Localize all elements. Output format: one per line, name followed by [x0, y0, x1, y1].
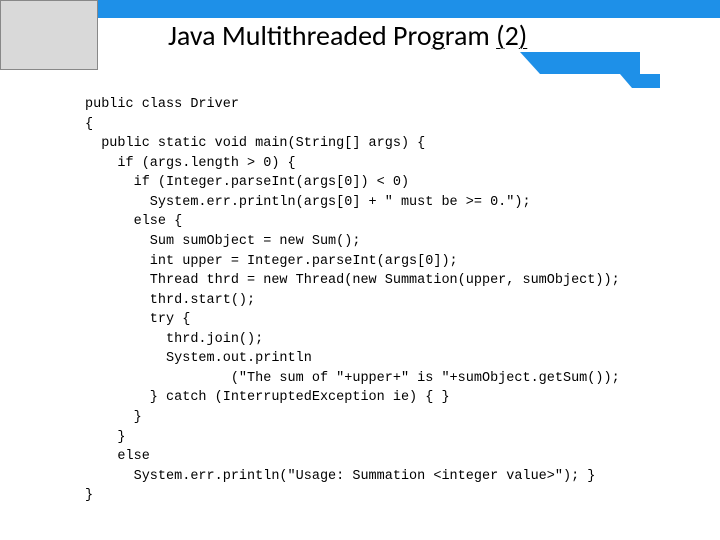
- header-blue-bar: [0, 0, 720, 18]
- header-gray-box: [0, 0, 98, 70]
- title-underline: (: [496, 18, 505, 53]
- deco-large-parallelogram: [540, 52, 640, 74]
- title-part: ram: [445, 18, 496, 53]
- title-underline: ): [519, 18, 528, 53]
- deco-small-parallelogram: [632, 74, 660, 88]
- slide-title: Java Multithreaded Program (2): [168, 18, 527, 53]
- header-decoration: [540, 52, 660, 84]
- title-part: 2: [505, 18, 519, 53]
- title-part: Java Multithreaded Pro: [168, 18, 432, 53]
- code-block: public class Driver { public static void…: [85, 95, 680, 506]
- title-underline: g: [432, 18, 445, 53]
- slide-header: Java Multithreaded Program (2): [0, 0, 720, 72]
